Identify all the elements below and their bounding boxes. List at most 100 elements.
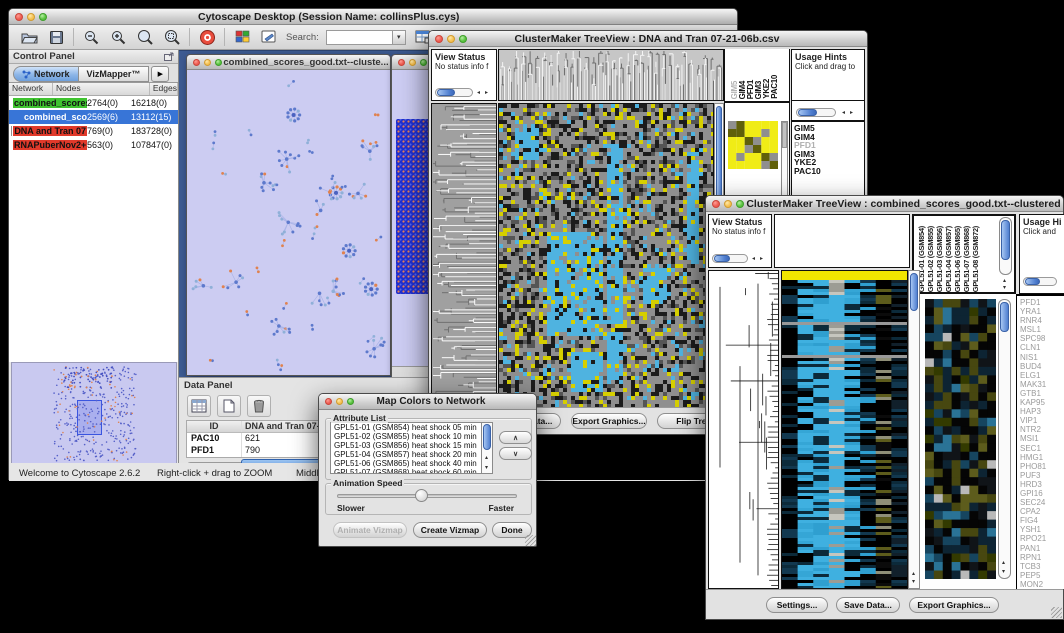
gene-label[interactable]: PAN1 xyxy=(1017,544,1064,553)
scrollbar-thumb[interactable] xyxy=(437,89,455,96)
gene-label[interactable]: FIG4 xyxy=(1017,516,1064,525)
help-button[interactable] xyxy=(197,28,217,47)
zoom-button[interactable] xyxy=(215,59,222,66)
network-list-item[interactable]: combined_scores 2764(0) 16218(0) xyxy=(9,96,178,110)
attribute-item[interactable]: GPL51-02 (GSM855) heat shock 10 min xyxy=(331,432,492,441)
network-list-item[interactable]: RNAPuberNov2+! 563(0) 107847(0) xyxy=(9,138,178,152)
vizmap-button[interactable] xyxy=(232,28,252,47)
minimize-button[interactable] xyxy=(204,59,211,66)
birdseye-view[interactable] xyxy=(11,362,177,465)
gene-label[interactable]: PFD1 xyxy=(1017,298,1064,307)
status-scrollbar[interactable] xyxy=(435,88,473,97)
column-label[interactable]: GIM5 xyxy=(730,81,738,99)
search-dropdown-icon[interactable]: ▾ xyxy=(392,31,405,44)
gene-label[interactable]: PHO81 xyxy=(1017,462,1064,471)
hints-scrollbar[interactable] xyxy=(1023,277,1057,286)
close-button[interactable] xyxy=(15,13,23,21)
minimize-button[interactable] xyxy=(409,59,416,66)
scroll-up-icon[interactable]: ▴ xyxy=(1002,560,1005,566)
column-label[interactable]: GPL51-06 (GSM865) xyxy=(953,226,962,292)
minimize-button[interactable] xyxy=(447,35,455,43)
row-dendrogram[interactable] xyxy=(708,270,779,589)
heatmap[interactable] xyxy=(781,270,908,589)
settings-button[interactable]: Settings... xyxy=(766,597,828,613)
network-view-titlebar[interactable]: combined_scores_good.txt--cluste... xyxy=(187,55,390,70)
attribute-list-vscrollbar[interactable]: ▴ ▾ xyxy=(481,422,493,474)
resize-grip[interactable] xyxy=(525,535,536,546)
scrollbar-thumb[interactable] xyxy=(910,273,918,311)
attribute-item[interactable]: GPL51-07 (GSM868) heat shock 60 min xyxy=(331,468,492,474)
attribute-item[interactable]: GPL51-03 (GSM856) heat shock 15 min xyxy=(331,441,492,450)
scrollbar-thumb[interactable] xyxy=(1025,278,1040,285)
zoom-in-button[interactable] xyxy=(108,28,128,47)
resize-grip[interactable] xyxy=(1051,607,1062,618)
hints-scrollbar[interactable] xyxy=(796,108,836,117)
zoom-button[interactable] xyxy=(459,35,467,43)
treeview-combined-titlebar[interactable]: ClusterMaker TreeView : combined_scores_… xyxy=(706,196,1063,212)
gene-label[interactable]: YSH1 xyxy=(1017,525,1064,534)
scrollbar-thumb[interactable] xyxy=(483,424,491,450)
id-column-header[interactable]: ID xyxy=(187,421,242,432)
column-label[interactable]: GPL51-02 (GSM855) xyxy=(926,226,935,292)
heatmap-vscrollbar[interactable]: ▴ ▾ xyxy=(908,270,920,589)
scroll-right-icon[interactable]: ▸ xyxy=(760,256,763,262)
zoom-vscrollbar[interactable]: ▴ ▾ xyxy=(998,299,1011,579)
dialog-titlebar[interactable]: Map Colors to Network xyxy=(319,394,536,410)
gene-label[interactable]: HAP3 xyxy=(1017,407,1064,416)
gene-label[interactable]: TCB3 xyxy=(1017,562,1064,571)
network-list-item[interactable]: combined_sco 2569(6) 13112(15) xyxy=(9,110,178,124)
gene-label[interactable]: SPC98 xyxy=(1017,334,1064,343)
row-label[interactable]: PAC10 xyxy=(792,167,821,176)
gene-label[interactable]: MSI1 xyxy=(1017,434,1064,443)
gene-label[interactable]: CPA2 xyxy=(1017,507,1064,516)
column-label[interactable]: YKE2 xyxy=(762,79,770,99)
gene-label[interactable]: NIS1 xyxy=(1017,353,1064,362)
gene-label[interactable]: HRD3 xyxy=(1017,480,1064,489)
scroll-left-icon[interactable]: ◂ xyxy=(842,110,845,116)
float-panel-icon[interactable] xyxy=(164,52,174,61)
column-header[interactable]: Nodes xyxy=(53,83,150,95)
open-session-button[interactable] xyxy=(19,28,39,47)
zoom-button[interactable] xyxy=(39,13,47,21)
zoom-heatmap[interactable] xyxy=(925,299,996,579)
scroll-right-icon[interactable]: ▸ xyxy=(485,90,488,96)
gene-label[interactable]: NTR2 xyxy=(1017,425,1064,434)
attribute-item[interactable]: GPL51-06 (GSM865) heat shock 40 min xyxy=(331,459,492,468)
scroll-up-icon[interactable]: ▴ xyxy=(485,455,488,461)
gene-label[interactable]: SEC1 xyxy=(1017,444,1064,453)
scroll-left-icon[interactable]: ◂ xyxy=(477,90,480,96)
gene-label[interactable]: VIP1 xyxy=(1017,416,1064,425)
labels-vscrollbar[interactable] xyxy=(999,217,1012,275)
scrollbar-thumb[interactable] xyxy=(714,255,730,262)
gene-label[interactable]: PUF3 xyxy=(1017,471,1064,480)
status-scrollbar[interactable] xyxy=(712,254,748,263)
gene-label[interactable]: MAK31 xyxy=(1017,380,1064,389)
close-button[interactable] xyxy=(193,59,200,66)
column-label[interactable]: GPL51-07 (GSM868) xyxy=(962,226,971,292)
tab-overflow-button[interactable]: ▶ xyxy=(151,66,169,82)
scroll-left-icon[interactable]: ◂ xyxy=(752,256,755,262)
gene-label[interactable]: YRA1 xyxy=(1017,307,1064,316)
tab-network[interactable]: Network xyxy=(13,66,79,82)
scroll-up-icon[interactable]: ▴ xyxy=(912,571,915,577)
column-dendrogram[interactable] xyxy=(498,49,724,101)
create-vizmap-button[interactable]: Create Vizmap xyxy=(413,522,487,538)
gene-label[interactable]: BUD4 xyxy=(1017,362,1064,371)
gene-label[interactable]: HMG1 xyxy=(1017,453,1064,462)
zoom-button[interactable] xyxy=(347,398,354,405)
summary-matrix[interactable] xyxy=(728,121,778,169)
move-down-button[interactable]: ∨ xyxy=(499,447,532,460)
zoom-button[interactable] xyxy=(736,200,744,208)
column-label[interactable]: GIM3 xyxy=(754,81,762,99)
close-button[interactable] xyxy=(325,398,332,405)
move-up-button[interactable]: ∧ xyxy=(499,431,532,444)
scroll-down-icon[interactable]: ▾ xyxy=(1003,285,1006,291)
minimize-button[interactable] xyxy=(27,13,35,21)
scrollbar-thumb[interactable] xyxy=(798,109,817,116)
minimize-button[interactable] xyxy=(336,398,343,405)
save-session-button[interactable] xyxy=(46,28,66,47)
gene-label[interactable]: KAP95 xyxy=(1017,398,1064,407)
zoom-selected-button[interactable] xyxy=(135,28,155,47)
column-label[interactable]: PFD1 xyxy=(746,80,754,99)
zoom-fit-button[interactable] xyxy=(162,28,182,47)
